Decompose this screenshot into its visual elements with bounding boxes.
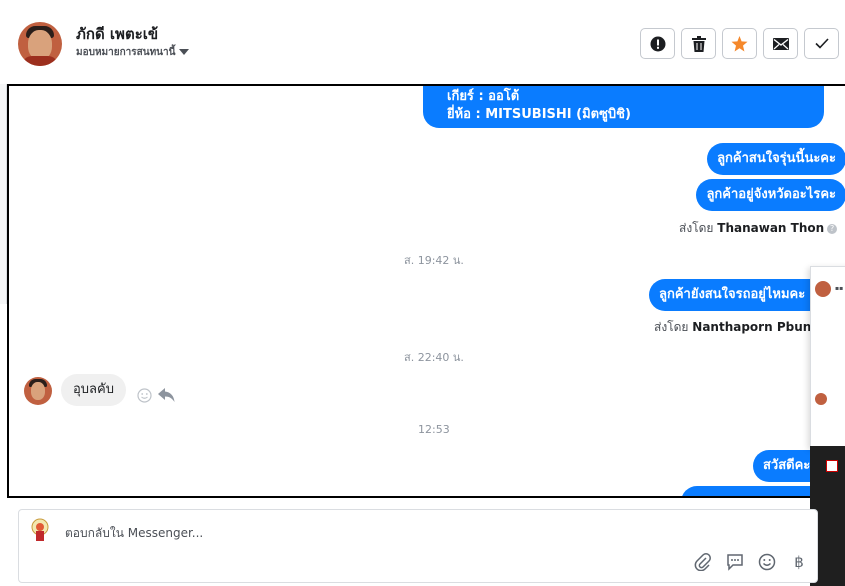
conversation-actions	[640, 28, 839, 59]
check-icon	[814, 38, 829, 49]
message-bubble-out[interactable]: ลูกค้าสนใจรุ่นนี้นะคะ	[707, 143, 845, 175]
overlay-panel[interactable]: ▪▪	[810, 266, 845, 448]
emoji-react-icon[interactable]	[137, 388, 152, 403]
sent-by-label: ส่งโดย Nanthaporn Pbunny	[654, 318, 828, 337]
message-bubble-car-info[interactable]: เกียร์ : ออโต้ ยี่ห้อ : MITSUBISHI (มิตซ…	[423, 86, 824, 128]
customer-avatar[interactable]	[18, 22, 62, 66]
mark-spam-button[interactable]	[640, 28, 675, 59]
timestamp: ส. 22:40 น.	[404, 351, 464, 364]
envelope-icon	[772, 37, 789, 50]
message-bubble-in[interactable]: อุบลคับ	[61, 374, 126, 406]
emoji-icon[interactable]	[757, 552, 777, 572]
sender-name: Thanawan Thon	[717, 221, 825, 235]
reply-icon[interactable]	[158, 388, 175, 402]
star-button[interactable]	[722, 28, 757, 59]
mark-done-button[interactable]	[804, 28, 839, 59]
saved-reply-icon[interactable]	[725, 552, 745, 572]
exclamation-icon	[650, 36, 665, 51]
star-icon	[731, 35, 748, 51]
reply-input[interactable]: ตอบกลับใน Messenger...	[65, 524, 203, 543]
overlay-text-fragment: ▪▪	[835, 285, 844, 292]
mark-unread-button[interactable]	[763, 28, 798, 59]
mini-avatar	[815, 393, 827, 405]
customer-avatar-small	[24, 377, 52, 405]
reply-composer[interactable]: ตอบกลับใน Messenger... ฿	[18, 509, 818, 583]
sidebar-edge	[0, 84, 7, 304]
question-icon[interactable]: ?	[827, 223, 838, 234]
attach-icon[interactable]	[693, 552, 713, 572]
mini-avatar	[815, 281, 831, 297]
caret-down-icon	[179, 49, 190, 55]
assign-conversation-dropdown[interactable]: มอบหมายการสนทนานี้	[76, 45, 190, 60]
car-brand-text: ยี่ห้อ : MITSUBISHI (มิตซูบิชิ)	[447, 107, 631, 122]
sent-by-prefix: ส่งโดย	[679, 221, 714, 235]
timestamp: 12:53	[418, 423, 450, 436]
payment-icon[interactable]: ฿	[789, 552, 809, 572]
message-thread[interactable]: เกียร์ : ออโต้ ยี่ห้อ : MITSUBISHI (มิตซ…	[7, 84, 845, 498]
composer-tools: ฿	[693, 552, 809, 572]
page-avatar-icon	[31, 518, 49, 541]
trash-icon	[691, 35, 706, 52]
sent-by-label: ส่งโดย Thanawan Thon?	[679, 219, 838, 238]
car-gear-text: เกียร์ : ออโต้	[447, 89, 520, 104]
timestamp: ส. 19:42 น.	[404, 254, 464, 267]
app-icon	[826, 460, 838, 472]
assign-label: มอบหมายการสนทนานี้	[76, 47, 176, 58]
sent-by-prefix: ส่งโดย	[654, 320, 689, 334]
message-bubble-out[interactable]: ลูกค้าอยู่จังหวัดอะไรคะ	[696, 179, 845, 211]
delete-button[interactable]	[681, 28, 716, 59]
sender-name: Nanthaporn Pbunny	[692, 320, 828, 334]
customer-name[interactable]: ภักดี เพตะเข้	[76, 22, 158, 46]
conversation-header: ภักดี เพตะเข้ มอบหมายการสนทนานี้	[0, 0, 845, 84]
